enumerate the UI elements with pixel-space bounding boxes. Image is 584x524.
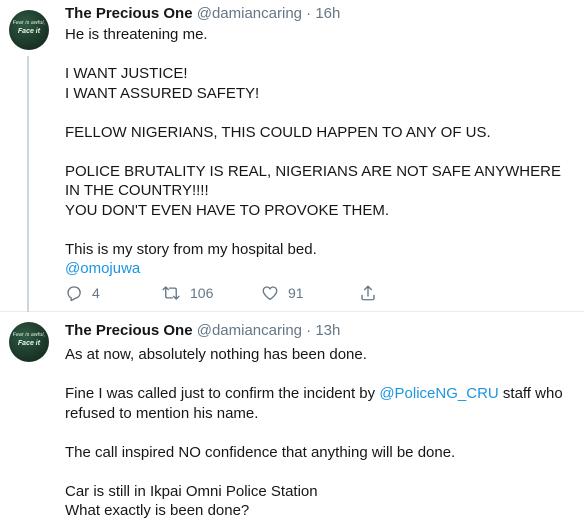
tweet-text-segment: Fine I was called just to confirm the in… [65,385,380,402]
reply-count: 4 [92,285,100,301]
author-name[interactable]: The Precious One [65,322,193,339]
avatar-caption-top: Fear is awful, [12,332,46,338]
thread-connector-line [27,56,29,312]
mention-link[interactable]: @omojuwa [65,260,140,277]
tweet-timestamp[interactable]: 16h [315,5,340,22]
tweet-timestamp[interactable]: 13h [315,322,340,339]
tweet-header: The Precious One @damiancaring · 13h [65,321,340,341]
tweet-line: He is threatening me. [65,26,208,43]
tweet-line: YOU DON'T EVEN HAVE TO PROVOKE THEM. [65,201,390,219]
like-count: 91 [288,285,304,301]
author-handle[interactable]: @damiancaring [197,5,302,22]
tweet-header: The Precious One @damiancaring · 16h [65,4,340,24]
tweet-line: POLICE BRUTALITY IS REAL, NIGERIANS ARE … [65,162,561,200]
tweet[interactable]: Fear is awful, Face it The Precious One … [0,312,584,524]
tweet-line: Car is still in Ikpai Omni Police Statio… [65,482,318,500]
header-separator: · [306,322,312,339]
retweet-icon [162,286,180,300]
mention-link[interactable]: @PoliceNG_CRU [379,385,498,402]
header-separator: · [306,5,312,22]
reply-button[interactable]: 4 [65,283,100,303]
tweet-line: This is my story from my hospital bed. [65,240,317,258]
like-icon [262,286,278,301]
tweet-line: Fine I was called just to confirm the in… [65,384,575,423]
avatar-caption-bottom: Face it [17,28,41,35]
tweet-actions: 4 106 91 [65,283,465,303]
retweet-count: 106 [190,285,214,301]
author-handle[interactable]: @damiancaring [197,322,302,339]
tweet-line: FELLOW NIGERIANS, THIS COULD HAPPEN TO A… [65,123,491,141]
avatar-caption-top: Fear is awful, [12,20,46,26]
tweet-line: I WANT JUSTICE! [65,65,188,82]
retweet-button[interactable]: 106 [161,283,213,303]
tweet-text: As at now, absolutely nothing has been d… [65,345,575,521]
avatar[interactable]: Fear is awful, Face it [9,10,49,50]
author-name[interactable]: The Precious One [65,5,193,22]
tweet-line: As at now, absolutely nothing has been d… [65,346,367,363]
avatar-caption-bottom: Face it [17,340,41,347]
tweet[interactable]: Fear is awful, Face it The Precious One … [0,0,584,312]
tweet-line: I WANT ASSURED SAFETY! [65,84,260,102]
like-button[interactable]: 91 [261,283,304,303]
share-button[interactable] [359,283,377,303]
reply-icon [67,286,81,302]
tweet-line: What exactly is been done? [65,502,250,519]
share-icon [361,285,375,301]
tweet-text: He is threatening me. I WANT JUSTICE! I … [65,25,575,279]
avatar[interactable]: Fear is awful, Face it [9,322,49,362]
tweet-line: The call inspired NO confidence that any… [65,443,456,461]
